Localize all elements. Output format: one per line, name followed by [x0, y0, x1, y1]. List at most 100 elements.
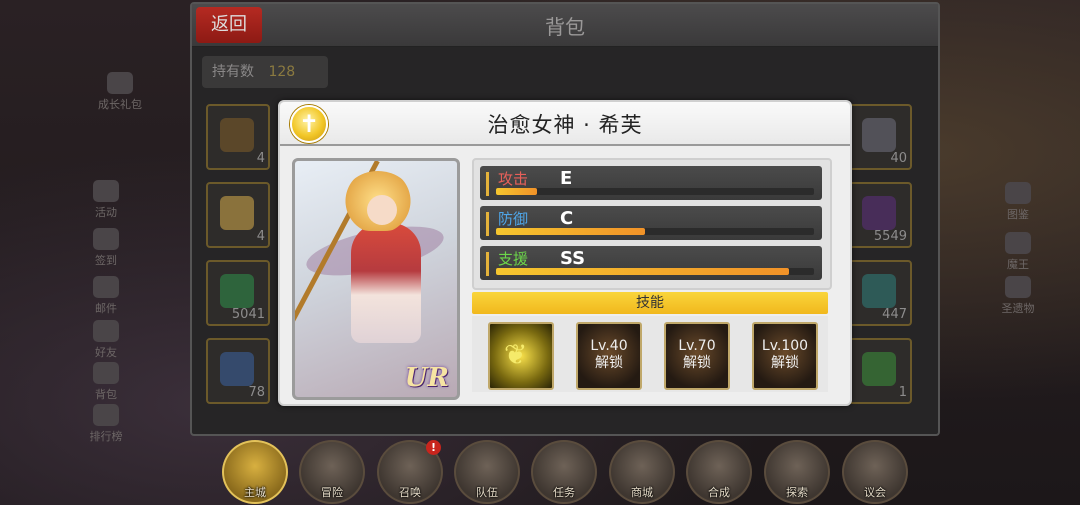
nav-label: 主城	[244, 486, 266, 499]
flag-icon	[93, 180, 119, 202]
relic-icon	[1005, 276, 1031, 298]
stat-bar-fill	[496, 228, 646, 235]
item-slot[interactable]: 4	[206, 104, 270, 170]
side-menu-mail: 邮件	[86, 276, 126, 316]
skill-lock-label: 解锁	[595, 355, 623, 371]
item-slot[interactable]: 1	[848, 338, 912, 404]
side-menu-demon-king: 魔王	[996, 232, 1040, 272]
stat-row-defense: 防御 C	[480, 206, 822, 240]
skill-slot-4[interactable]: Lv.100 解锁	[752, 322, 818, 390]
skill-slot-1[interactable]: ❦	[488, 322, 554, 390]
item-column-right: 40 5549 447 1	[848, 104, 912, 416]
leaf-icon: ❦	[504, 338, 528, 371]
nav-council[interactable]: 议会	[842, 440, 908, 504]
nav-label: 议会	[864, 486, 886, 499]
popup-header: ✝ 治愈女神 · 希芙	[280, 102, 850, 146]
item-count: 447	[882, 307, 907, 322]
stat-label: 攻击	[498, 170, 529, 188]
owned-label: 持有数	[212, 64, 254, 80]
stat-row-support: 支援 SS	[480, 246, 822, 280]
skills-title: 技能	[472, 292, 828, 314]
teal-box-icon	[862, 274, 896, 308]
notification-badge: !	[426, 440, 441, 455]
skills-panel: 技能 ❦ Lv.40 解锁 Lv.70 解锁 Lv.100 解锁	[472, 292, 828, 392]
nav-craft[interactable]: 合成	[686, 440, 752, 504]
side-menu-label: 活动	[95, 206, 117, 219]
nav-main-city[interactable]: 主城	[222, 440, 288, 504]
item-column-left: 4 4 5041 78	[206, 104, 270, 416]
item-slot[interactable]: 447	[848, 260, 912, 326]
bag-header: 返回 背包	[192, 4, 938, 47]
silver-ore-icon	[862, 118, 896, 152]
side-menu-label: 好友	[95, 346, 117, 359]
item-count: 40	[890, 151, 907, 166]
nav-quests[interactable]: 任务	[531, 440, 597, 504]
side-menu-friends: 好友	[86, 320, 126, 360]
mail-icon	[93, 276, 119, 298]
owned-value: 128	[268, 64, 296, 80]
stat-bar	[496, 268, 814, 275]
nav-label: 召唤	[399, 486, 421, 499]
green-arrow-icon	[862, 352, 896, 386]
skill-lock-label: 解锁	[683, 355, 711, 371]
skill-slot-3[interactable]: Lv.70 解锁	[664, 322, 730, 390]
nav-shop[interactable]: 商城	[609, 440, 675, 504]
item-count: 4	[256, 229, 265, 244]
side-menu-label: 成长礼包	[98, 98, 142, 111]
side-menu-bag: 背包	[86, 362, 126, 402]
nav-label: 探索	[786, 486, 808, 499]
portrait-face	[367, 195, 397, 225]
blue-cube-icon	[220, 352, 254, 386]
stat-bar-fill	[496, 188, 538, 195]
stat-marker	[486, 212, 489, 236]
skill-unlock-level: Lv.70	[678, 338, 716, 354]
skills-list: ❦ Lv.40 解锁 Lv.70 解锁 Lv.100 解锁	[472, 316, 828, 392]
skill-unlock-level: Lv.40	[590, 338, 628, 354]
nav-label: 队伍	[476, 486, 498, 499]
skill-slot-2[interactable]: Lv.40 解锁	[576, 322, 642, 390]
nav-summon[interactable]: ! 召唤	[377, 440, 443, 504]
item-slot[interactable]: 78	[206, 338, 270, 404]
chest-icon	[220, 118, 254, 152]
item-slot[interactable]: 40	[848, 104, 912, 170]
nav-explore[interactable]: 探索	[764, 440, 830, 504]
stat-grade: C	[560, 208, 574, 229]
stats-panel: 攻击 E 防御 C 支援 SS	[472, 158, 832, 290]
nav-label: 商城	[631, 486, 653, 499]
ranking-icon	[93, 404, 119, 426]
side-menu-growth-pack: 成长礼包	[92, 72, 148, 112]
item-count: 1	[898, 385, 907, 400]
character-name: 治愈女神 · 希芙	[487, 113, 643, 137]
rarity-badge: UR	[404, 363, 449, 393]
side-menu-label: 圣遗物	[1001, 302, 1035, 315]
demon-icon	[1005, 232, 1031, 254]
item-count: 78	[248, 385, 265, 400]
stat-bar	[496, 228, 814, 235]
stat-label: 支援	[498, 250, 529, 268]
stat-marker	[486, 172, 489, 196]
side-menu-label: 背包	[95, 388, 117, 401]
stat-marker	[486, 252, 489, 276]
ticket-icon	[220, 196, 254, 230]
stat-grade: SS	[560, 248, 586, 269]
nav-team[interactable]: 队伍	[454, 440, 520, 504]
side-menu-checkin: 签到	[86, 228, 126, 268]
item-count: 5041	[231, 307, 265, 322]
character-detail-popup: ✝ 治愈女神 · 希芙 UR 攻击 E 防御 C 支援 SS 技能 ❦ Lv.4…	[278, 100, 852, 406]
purple-crystal-icon	[862, 196, 896, 230]
nav-adventure[interactable]: 冒险	[299, 440, 365, 504]
gift-icon	[107, 72, 133, 94]
green-gem-icon	[220, 274, 254, 308]
nav-label: 任务	[553, 486, 575, 499]
item-count: 5549	[873, 229, 907, 244]
portrait-body	[351, 223, 421, 343]
nav-label: 合成	[708, 486, 730, 499]
item-slot[interactable]: 4	[206, 182, 270, 248]
bottom-nav: 主城 冒险 ! 召唤 队伍 任务 商城 合成 探索 议会	[0, 436, 1080, 505]
item-slot[interactable]: 5041	[206, 260, 270, 326]
side-menu-label: 图鉴	[1007, 208, 1029, 221]
side-menu-label: 魔王	[1007, 258, 1029, 271]
item-slot[interactable]: 5549	[848, 182, 912, 248]
codex-icon	[1005, 182, 1031, 204]
calendar-icon	[93, 228, 119, 250]
